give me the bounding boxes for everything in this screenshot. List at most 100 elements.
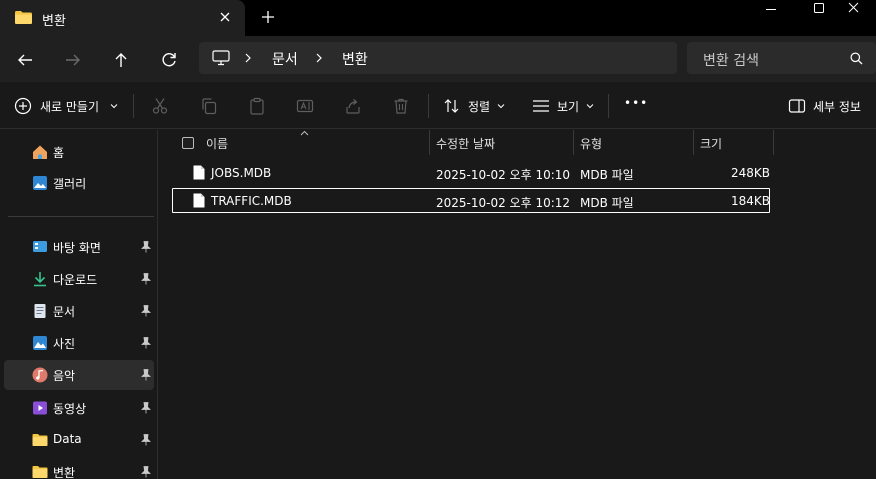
select-all-checkbox[interactable] [182, 137, 194, 149]
file-row[interactable]: TRAFFIC.MDB 2025-10-02 오후 10:12 MDB 파일 1… [172, 188, 770, 213]
file-modified: 2025-10-02 오후 10:10 [436, 168, 571, 182]
sort-ascending-icon [300, 130, 309, 136]
toolbar-divider [428, 94, 429, 118]
toolbar-divider [133, 94, 134, 118]
folder-icon [32, 434, 48, 446]
up-arrow-icon[interactable] [109, 48, 133, 72]
details-pane-icon[interactable] [788, 97, 806, 115]
chevron-down-icon[interactable] [497, 103, 505, 109]
document-icon [34, 304, 46, 318]
sidebar-item-videos[interactable]: 동영상 [4, 393, 154, 423]
file-size: 248KB [731, 166, 771, 180]
pin-icon[interactable] [141, 337, 151, 349]
sidebar-item-label: Data [53, 432, 82, 446]
sidebar-item-label: 다운로드 [53, 273, 98, 287]
sidebar-item-label: 문서 [53, 305, 76, 319]
file-icon [193, 193, 205, 208]
chevron-down-icon[interactable] [586, 103, 594, 109]
file-size: 184KB [731, 194, 771, 208]
forward-arrow-icon[interactable] [61, 48, 85, 72]
minimize-icon[interactable] [748, 0, 794, 20]
sidebar-item-documents[interactable]: 문서 [4, 296, 154, 326]
pin-icon[interactable] [141, 369, 151, 381]
column-label: 유형 [580, 137, 603, 151]
details-button[interactable]: 세부 정보 [813, 98, 861, 115]
file-row[interactable]: JOBS.MDB 2025-10-02 오후 10:10 MDB 파일 248K… [172, 160, 770, 185]
video-icon [33, 401, 47, 415]
breadcrumb-item[interactable]: 변환 [342, 49, 368, 69]
sidebar-item-music[interactable]: 음악 [4, 360, 154, 390]
search-icon[interactable] [850, 52, 863, 65]
home-icon [33, 145, 47, 159]
view-button[interactable]: 보기 [557, 98, 579, 115]
column-header-name[interactable]: 이름 [159, 130, 430, 155]
folder-icon [15, 11, 32, 24]
download-icon [34, 272, 46, 287]
file-icon [193, 165, 205, 180]
sidebar-item-label: 동영상 [53, 402, 87, 416]
pin-icon[interactable] [141, 305, 151, 317]
command-bar: 새로 만들기 정렬 보기 ••• 세부 정보 [0, 82, 876, 129]
title-bar: 변환 [0, 0, 876, 36]
pin-icon[interactable] [141, 241, 151, 253]
sort-icon[interactable] [443, 97, 461, 115]
view-icon[interactable] [532, 97, 550, 115]
folder-icon [32, 466, 48, 478]
cut-icon[interactable] [151, 97, 169, 115]
close-tab-icon[interactable] [216, 8, 234, 26]
more-options-button[interactable]: ••• [624, 96, 648, 110]
sidebar-item-label: 사진 [53, 337, 76, 351]
search-input[interactable]: 변환 검색 [703, 50, 759, 70]
breadcrumb-item[interactable]: 문서 [272, 49, 298, 69]
sidebar-item-data[interactable]: Data [4, 425, 154, 455]
sidebar-item-convert[interactable]: 변환 [4, 457, 154, 479]
sidebar-item-label: 바탕 화면 [53, 241, 101, 255]
toolbar-divider [608, 94, 609, 118]
sidebar-item-downloads[interactable]: 다운로드 [4, 264, 154, 294]
sort-button[interactable]: 정렬 [468, 98, 490, 115]
sidebar-item-label: 갤러리 [53, 177, 87, 191]
pictures-icon [33, 336, 47, 350]
column-header-type[interactable]: 유형 [574, 130, 694, 155]
chevron-right-icon[interactable] [314, 50, 324, 66]
pin-icon[interactable] [141, 434, 151, 446]
pin-icon[interactable] [141, 402, 151, 414]
column-header-size[interactable]: 크기 [694, 130, 774, 155]
column-label: 크기 [700, 137, 723, 151]
rename-icon[interactable] [296, 97, 314, 115]
column-label: 수정한 날짜 [436, 137, 496, 151]
copy-icon[interactable] [200, 97, 218, 115]
sidebar-item-pictures[interactable]: 사진 [4, 328, 154, 358]
file-type: MDB 파일 [580, 196, 634, 210]
new-tab-icon[interactable] [260, 9, 276, 25]
desktop-icon [33, 241, 47, 252]
file-type: MDB 파일 [580, 168, 634, 182]
sidebar-item-label: 변환 [53, 466, 76, 479]
music-icon [32, 367, 48, 383]
delete-icon[interactable] [392, 97, 410, 115]
file-modified: 2025-10-02 오후 10:12 [436, 196, 571, 210]
column-header-modified[interactable]: 수정한 날짜 [430, 130, 574, 155]
new-button[interactable]: 새로 만들기 [40, 98, 99, 115]
navigation-pane: 홈 갤러리 바탕 화면 다운로드 문서 사진 음악 동영상 Data 변환 [0, 130, 158, 479]
sidebar-item-gallery[interactable]: 갤러리 [4, 168, 154, 198]
new-plus-icon[interactable] [14, 97, 32, 115]
search-box[interactable]: 변환 검색 [687, 42, 876, 74]
refresh-icon[interactable] [157, 48, 181, 72]
share-icon[interactable] [344, 97, 362, 115]
sidebar-item-desktop[interactable]: 바탕 화면 [4, 232, 154, 262]
pin-icon[interactable] [141, 466, 151, 478]
tab-active[interactable]: 변환 [0, 0, 245, 36]
this-pc-icon[interactable] [212, 50, 230, 66]
back-arrow-icon[interactable] [13, 48, 37, 72]
chevron-right-icon[interactable] [243, 50, 253, 66]
sidebar-item-home[interactable]: 홈 [4, 137, 154, 167]
file-name: JOBS.MDB [211, 166, 272, 180]
pin-icon[interactable] [141, 273, 151, 285]
sidebar-item-label: 음악 [53, 369, 76, 383]
chevron-down-icon[interactable] [110, 103, 118, 109]
sidebar-divider [8, 216, 154, 217]
paste-icon[interactable] [248, 97, 266, 115]
close-window-icon[interactable] [830, 0, 876, 20]
address-bar[interactable]: 문서 변환 [199, 42, 677, 74]
